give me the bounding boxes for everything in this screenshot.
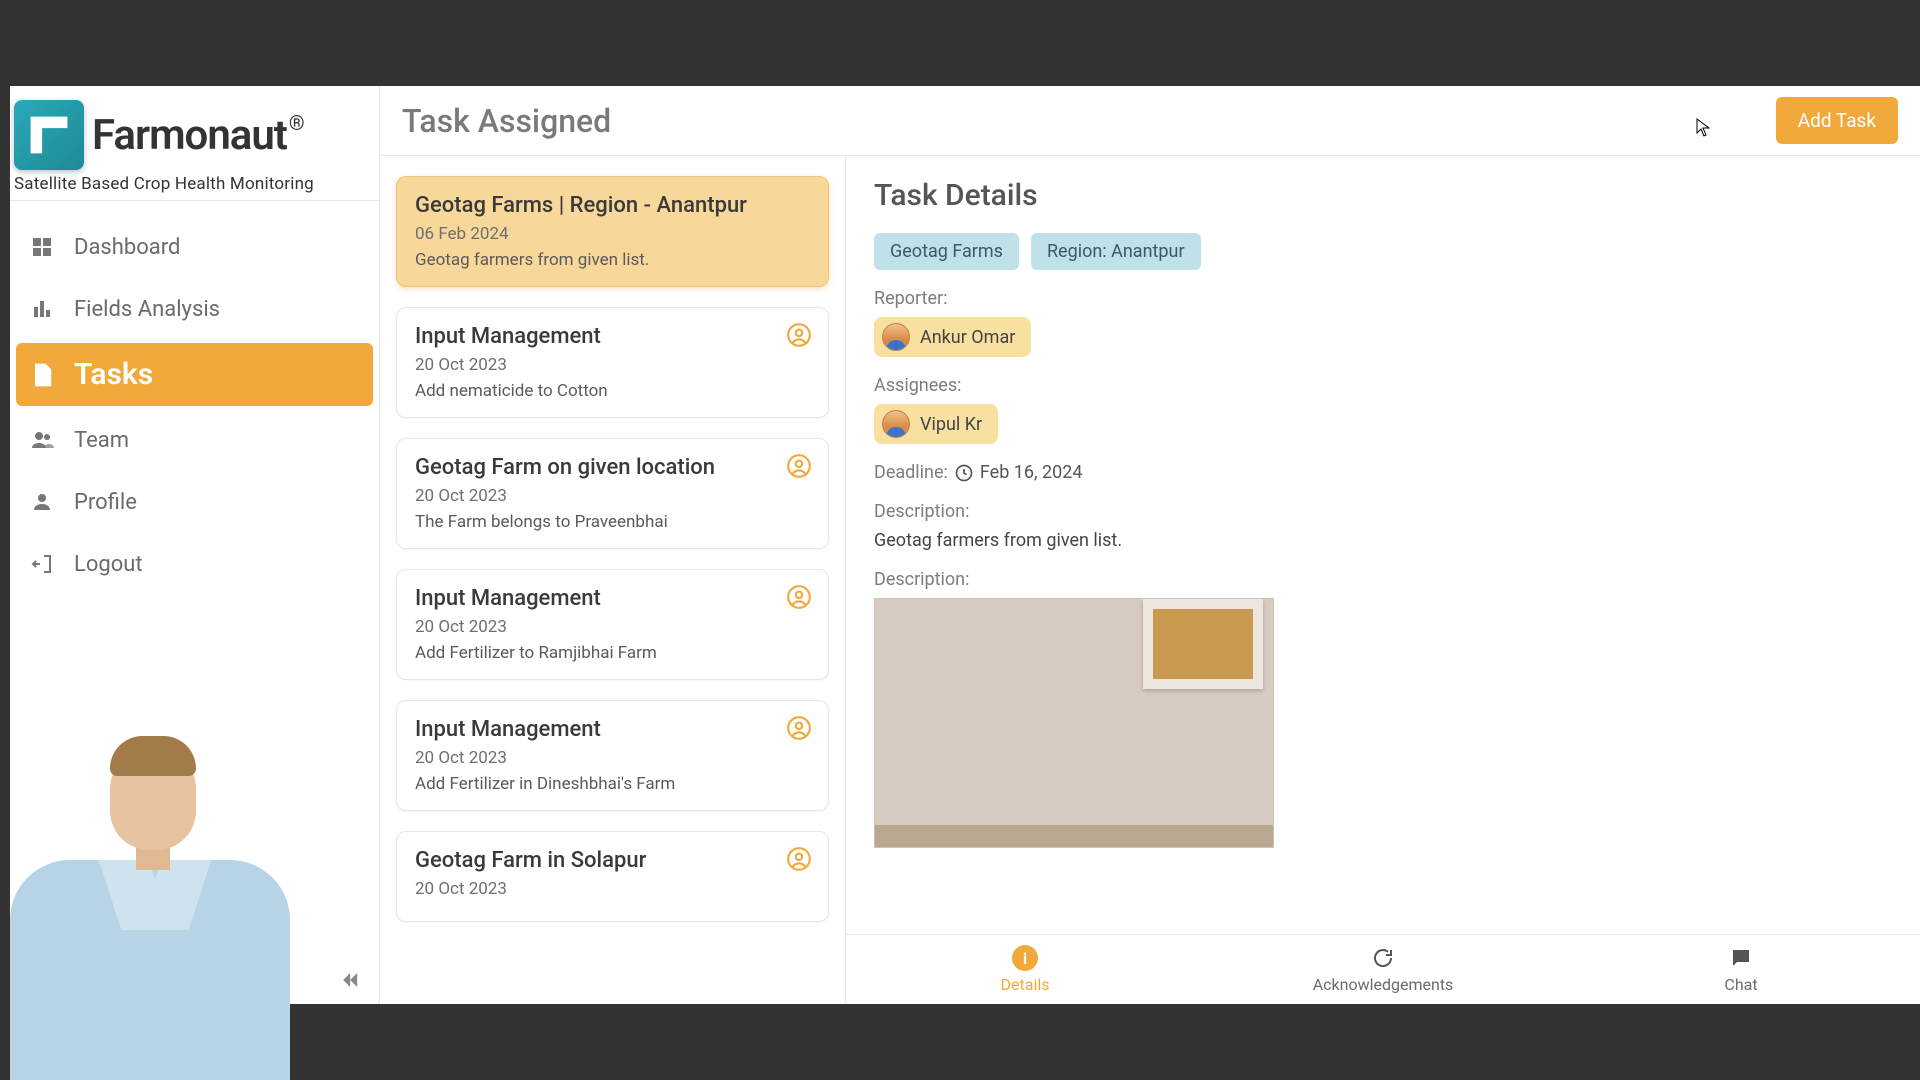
task-card-desc: Add Fertilizer to Ramjibhai Farm	[415, 643, 810, 663]
tab-label: Chat	[1724, 975, 1757, 994]
bar-chart-icon	[28, 295, 56, 323]
detail-tabs: i Details Acknowledgements Chat	[846, 934, 1920, 1004]
mouse-cursor	[1696, 118, 1710, 138]
sidebar-item-label: Logout	[74, 552, 143, 577]
deadline-label: Deadline:	[874, 462, 948, 483]
description-text: Geotag farmers from given list.	[874, 530, 1892, 551]
brand-tagline: Satellite Based Crop Health Monitoring	[14, 174, 375, 194]
task-card[interactable]: Input Management 20 Oct 2023 Add Fertili…	[396, 700, 829, 811]
detail-heading: Task Details	[874, 178, 1892, 213]
task-card-title: Geotag Farm on given location	[415, 455, 810, 480]
reporter-name: Ankur Omar	[920, 327, 1015, 348]
tab-acknowledgements[interactable]: Acknowledgements	[1204, 935, 1562, 1004]
app-frame: Farmonaut® Satellite Based Crop Health M…	[10, 86, 1920, 1004]
attachment-image[interactable]	[874, 598, 1274, 848]
deadline-value: Feb 16, 2024	[980, 462, 1083, 483]
task-card[interactable]: Input Management 20 Oct 2023 Add Fertili…	[396, 569, 829, 680]
assignee-chip[interactable]: Vipul Kr	[874, 404, 998, 444]
logout-icon	[28, 550, 56, 578]
task-card-desc: Add nematicide to Cotton	[415, 381, 810, 401]
brand-name: Farmonaut	[92, 111, 287, 160]
sidebar-nav: Dashboard Fields Analysis Tasks Team	[10, 201, 379, 592]
sidebar-item-profile[interactable]: Profile	[16, 474, 373, 530]
sidebar-item-label: Tasks	[74, 357, 153, 392]
page-header: Task Assigned Add Task	[380, 86, 1920, 156]
sidebar-item-fields-analysis[interactable]: Fields Analysis	[16, 281, 373, 337]
window-bottom-bar	[0, 1004, 1920, 1080]
task-card[interactable]: Geotag Farms | Region - Anantpur 06 Feb …	[396, 176, 829, 287]
assignee-icon	[786, 846, 812, 872]
chat-icon	[1728, 945, 1754, 971]
attachment-label: Description:	[874, 569, 1892, 590]
task-list[interactable]: Geotag Farms | Region - Anantpur 06 Feb …	[380, 156, 846, 1004]
tag-chip: Geotag Farms	[874, 233, 1019, 270]
sidebar-item-team[interactable]: Team	[16, 412, 373, 468]
assignee-icon	[786, 453, 812, 479]
sidebar: Farmonaut® Satellite Based Crop Health M…	[10, 86, 380, 1004]
sidebar-item-logout[interactable]: Logout	[16, 536, 373, 592]
assignee-icon	[786, 584, 812, 610]
tab-details[interactable]: i Details	[846, 935, 1204, 1004]
avatar	[882, 323, 910, 351]
task-card-title: Geotag Farm in Solapur	[415, 848, 810, 873]
task-card-date: 20 Oct 2023	[415, 748, 810, 768]
task-detail-pane: Task Details Geotag Farms Region: Anantp…	[846, 156, 1920, 1004]
sidebar-item-tasks[interactable]: Tasks	[16, 343, 373, 406]
content-row: Geotag Farms | Region - Anantpur 06 Feb …	[380, 156, 1920, 1004]
window-top-bar	[0, 0, 1920, 86]
info-icon: i	[1012, 945, 1038, 971]
assignees-label: Assignees:	[874, 375, 1892, 396]
reporter-label: Reporter:	[874, 288, 1892, 309]
task-card-date: 20 Oct 2023	[415, 486, 810, 506]
task-card-title: Input Management	[415, 717, 810, 742]
task-card-desc: Geotag farmers from given list.	[415, 250, 810, 270]
person-icon	[28, 488, 56, 516]
clock-icon	[954, 463, 974, 483]
tab-label: Details	[1001, 975, 1050, 994]
team-icon	[28, 426, 56, 454]
task-card-desc: The Farm belongs to Praveenbhai	[415, 512, 810, 532]
task-card-title: Input Management	[415, 324, 810, 349]
brand-block: Farmonaut® Satellite Based Crop Health M…	[10, 86, 379, 201]
task-card-title: Input Management	[415, 586, 810, 611]
dashboard-icon	[28, 233, 56, 261]
assignee-icon	[786, 322, 812, 348]
sidebar-item-dashboard[interactable]: Dashboard	[16, 219, 373, 275]
task-card-date: 20 Oct 2023	[415, 355, 810, 375]
tab-label: Acknowledgements	[1313, 975, 1454, 994]
reporter-chip[interactable]: Ankur Omar	[874, 317, 1031, 357]
task-card-date: 20 Oct 2023	[415, 879, 810, 899]
task-card[interactable]: Input Management 20 Oct 2023 Add nematic…	[396, 307, 829, 418]
sidebar-item-label: Profile	[74, 490, 137, 515]
assignee-name: Vipul Kr	[920, 414, 982, 435]
task-card-date: 20 Oct 2023	[415, 617, 810, 637]
sidebar-item-label: Dashboard	[74, 235, 180, 260]
page-title: Task Assigned	[402, 102, 611, 140]
brand-logo-icon	[14, 100, 84, 170]
sidebar-item-label: Fields Analysis	[74, 297, 220, 322]
tag-row: Geotag Farms Region: Anantpur	[874, 233, 1892, 270]
task-card[interactable]: Geotag Farm on given location 20 Oct 202…	[396, 438, 829, 549]
task-card-date: 06 Feb 2024	[415, 224, 810, 244]
tag-chip: Region: Anantpur	[1031, 233, 1201, 270]
document-icon	[28, 361, 56, 389]
add-task-button[interactable]: Add Task	[1776, 97, 1898, 144]
sidebar-collapse-button[interactable]	[335, 966, 363, 994]
sidebar-item-label: Team	[74, 428, 129, 453]
task-card[interactable]: Geotag Farm in Solapur 20 Oct 2023	[396, 831, 829, 922]
assignee-icon	[786, 715, 812, 741]
registered-mark: ®	[289, 111, 305, 135]
task-card-desc: Add Fertilizer in Dineshbhai's Farm	[415, 774, 810, 794]
avatar	[882, 410, 910, 438]
tab-chat[interactable]: Chat	[1562, 935, 1920, 1004]
description-label: Description:	[874, 501, 1892, 522]
task-card-title: Geotag Farms | Region - Anantpur	[415, 193, 810, 218]
refresh-icon	[1370, 945, 1396, 971]
